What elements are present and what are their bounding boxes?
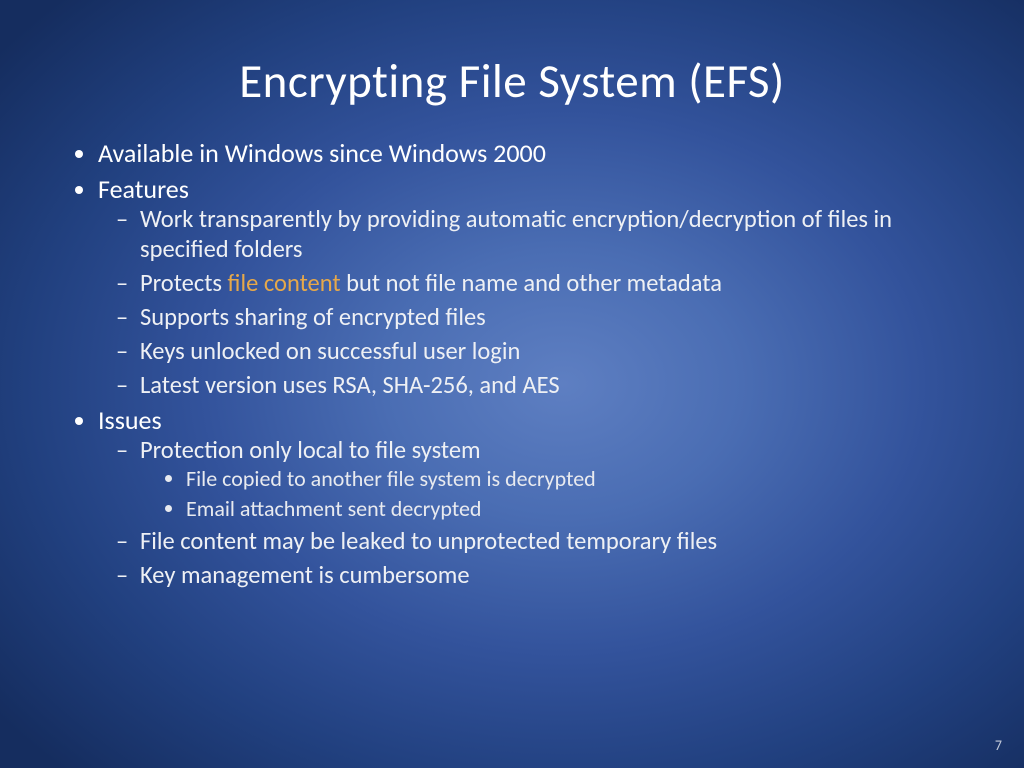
page-number: 7 — [995, 737, 1002, 754]
bullet-item: Issues Protection only local to file sys… — [98, 405, 954, 591]
bullet-text: Issues — [98, 404, 162, 436]
bullet-text: Features — [98, 173, 189, 205]
slide-content: Available in Windows since Windows 2000 … — [0, 118, 1024, 591]
bullet-list-lvl1: Available in Windows since Windows 2000 … — [70, 138, 954, 591]
bullet-item: Work transparently by providing automati… — [134, 205, 954, 265]
bullet-item: Protects file content but not file name … — [134, 269, 954, 299]
highlight-text: file content — [228, 268, 341, 298]
bullet-text: Protects — [140, 268, 228, 298]
slide-title: Encrypting File System (EFS) — [0, 0, 1024, 118]
bullet-list-lvl3: File copied to another file system is de… — [140, 466, 954, 523]
bullet-item: Key management is cumbersome — [134, 561, 954, 591]
bullet-item: Email attachment sent decrypted — [186, 496, 954, 523]
bullet-item: Available in Windows since Windows 2000 — [98, 138, 954, 170]
bullet-item: Latest version uses RSA, SHA-256, and AE… — [134, 371, 954, 401]
bullet-item: File content may be leaked to unprotecte… — [134, 527, 954, 557]
bullet-text: but not file name and other metadata — [341, 268, 722, 298]
slide: Encrypting File System (EFS) Available i… — [0, 0, 1024, 768]
bullet-item: Supports sharing of encrypted files — [134, 303, 954, 333]
bullet-list-lvl2: Protection only local to file system Fil… — [98, 436, 954, 590]
bullet-list-lvl2: Work transparently by providing automati… — [98, 205, 954, 400]
bullet-text: Protection only local to file system — [140, 435, 481, 465]
bullet-item: Features Work transparently by providing… — [98, 174, 954, 401]
bullet-item: Keys unlocked on successful user login — [134, 337, 954, 367]
bullet-item: Protection only local to file system Fil… — [134, 436, 954, 523]
bullet-item: File copied to another file system is de… — [186, 466, 954, 493]
